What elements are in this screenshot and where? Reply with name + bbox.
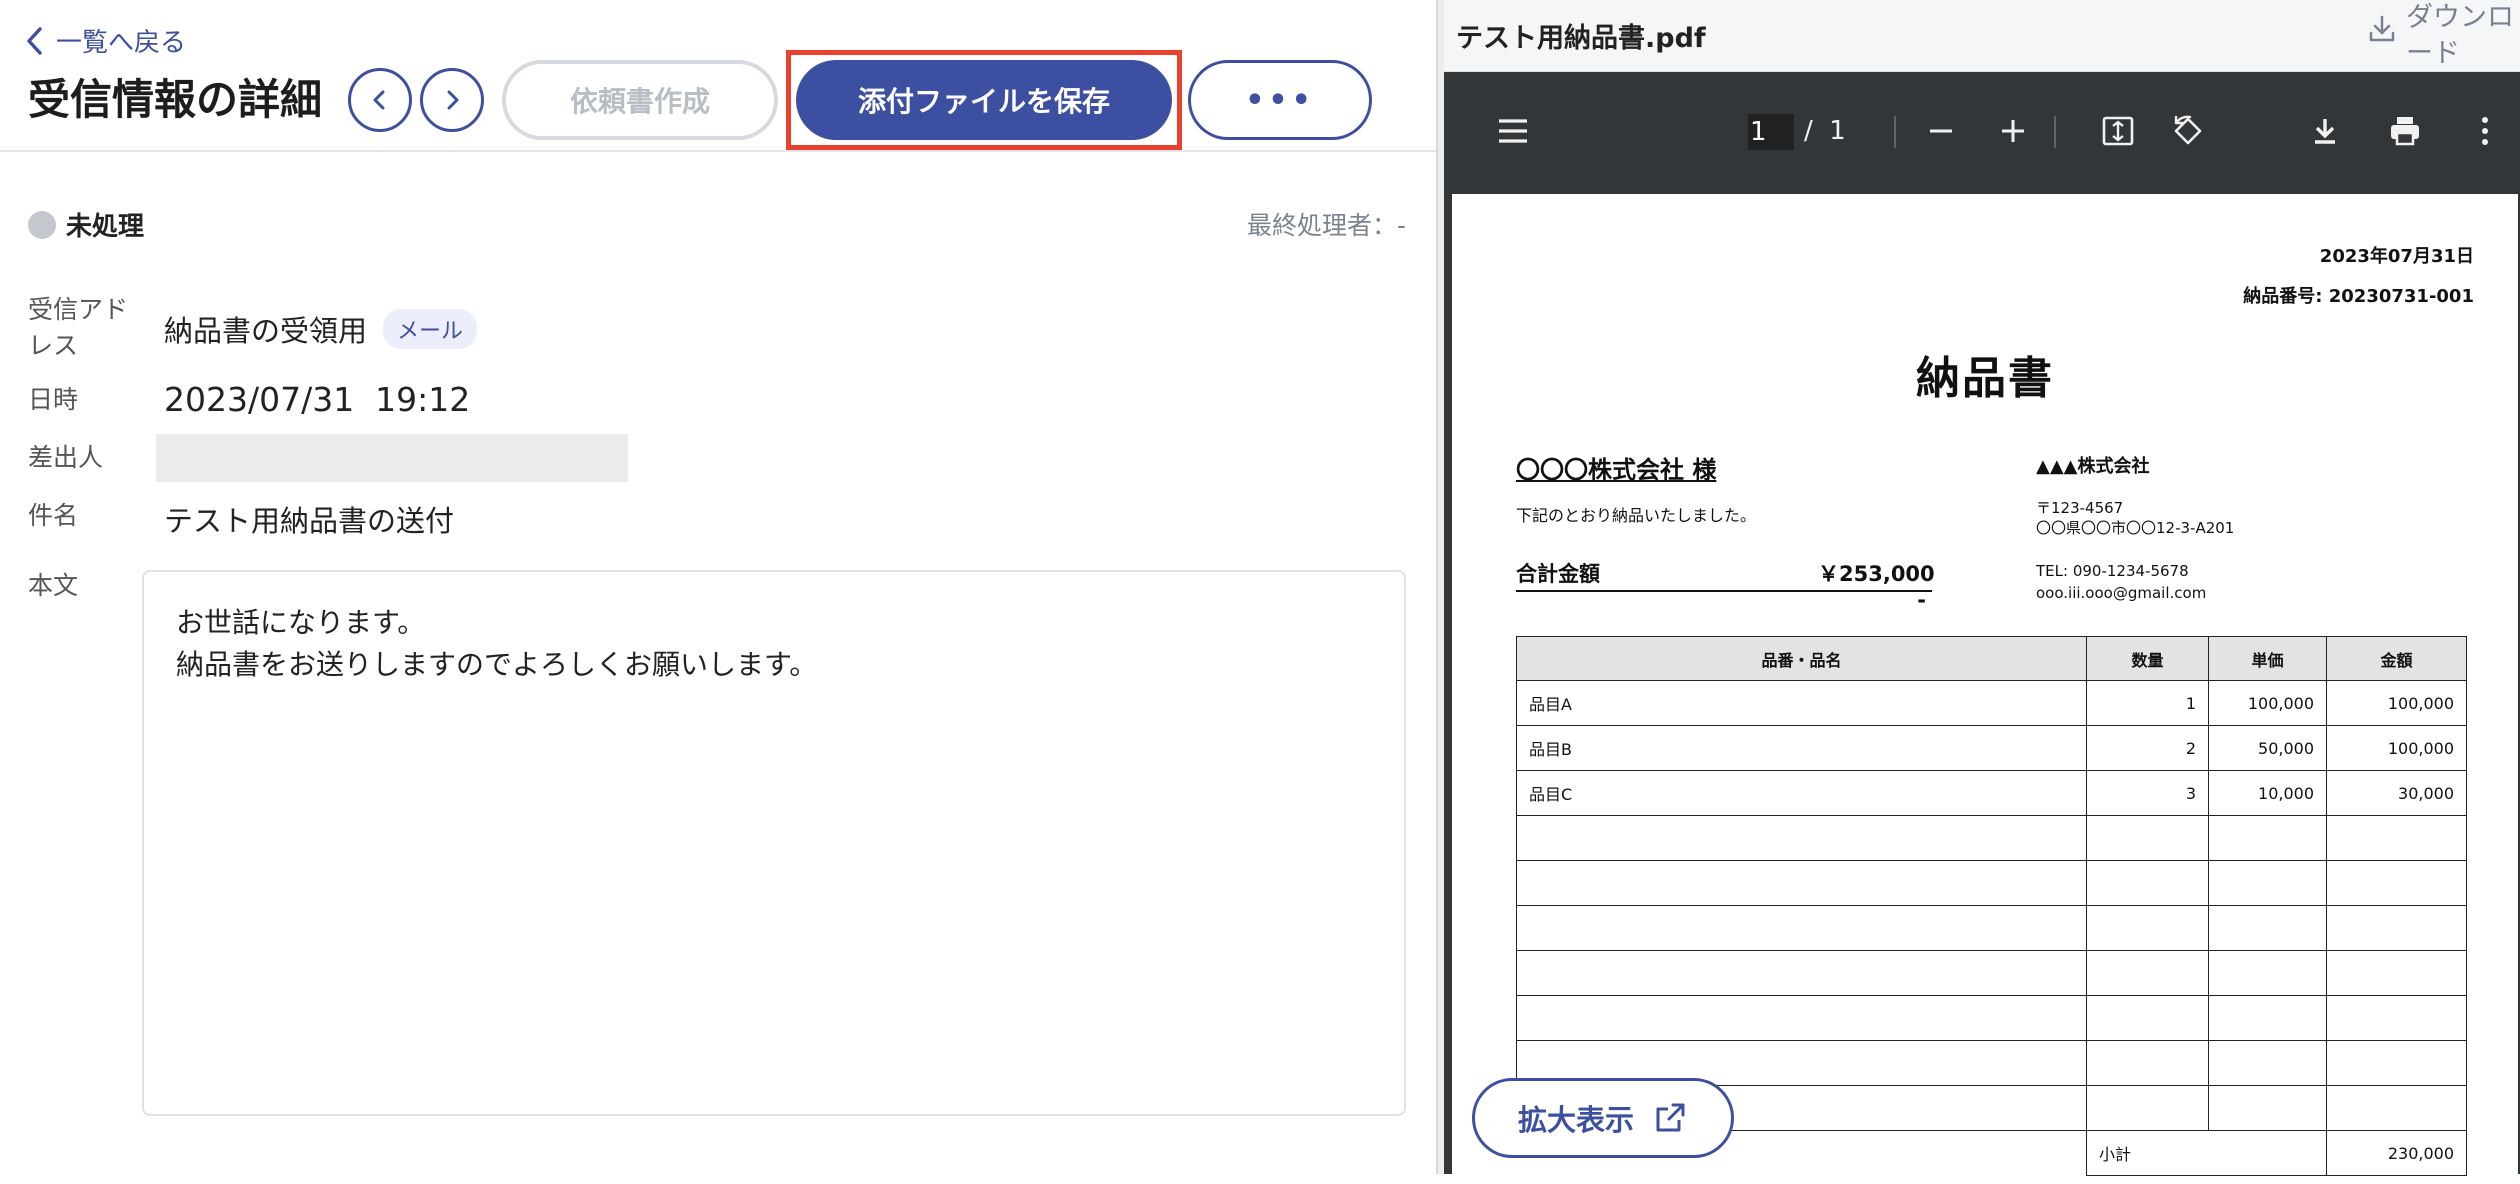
table-row-empty: [1516, 950, 2467, 996]
pdf-email: ooo.iii.ooo@gmail.com: [2036, 584, 2207, 602]
file-header: テスト用納品書.pdf ダウンロード: [1444, 0, 2520, 72]
table-cell: 3: [2086, 770, 2209, 816]
back-link-label: 一覧へ戻る: [56, 28, 187, 58]
pdf-postal: 〒123-4567: [2036, 499, 2124, 517]
status-label: 未処理: [66, 212, 145, 242]
last-handler: 最終処理者：-: [1246, 211, 1406, 240]
pdf-viewport[interactable]: 2023年07月31日 納品番号: 20230731-001 納品書 〇〇〇株式…: [1444, 188, 2520, 1184]
menu-icon[interactable]: [1490, 108, 1536, 154]
table-row-empty: [1516, 905, 2467, 951]
more-options-button[interactable]: •••: [1188, 60, 1372, 140]
table-cell: 品目B: [1516, 725, 2087, 771]
expand-label: 拡大表示: [1517, 1103, 1634, 1137]
table-cell: 50,000: [2208, 725, 2327, 771]
panel-splitter[interactable]: [1436, 0, 1444, 1174]
table-cell: 品目A: [1516, 680, 2087, 726]
pdf-contact-block: TEL: 090-1234-5678 ooo.iii.ooo@gmail.com: [2036, 560, 2206, 604]
subject-value: テスト用納品書の送付: [164, 504, 455, 538]
table-row-empty: [1516, 860, 2467, 906]
mail-badge: メール: [383, 309, 478, 349]
body-line: 納品書をお送りしますのでよろしくお願いします。: [176, 648, 818, 681]
address-text: 納品書の受領用: [164, 314, 368, 348]
create-request-button[interactable]: 依頼書作成: [502, 60, 778, 140]
table-header: 品番・品名: [1516, 636, 2087, 681]
address-label: 受信アドレス: [28, 295, 129, 360]
table-row-empty: [1516, 995, 2467, 1041]
pdf-total-underline: [1516, 590, 1932, 592]
page-title: 受信情報の詳細: [28, 75, 323, 124]
date-label: 日時: [28, 385, 79, 414]
page-number-input[interactable]: [1748, 114, 1794, 150]
table-header: 数量: [2086, 636, 2209, 681]
pdf-date: 2023年07月31日: [2319, 246, 2474, 267]
prev-button[interactable]: [348, 68, 412, 132]
body-text-area[interactable]: お世話になります。 納品書をお送りしますのでよろしくお願いします。: [142, 570, 1406, 1116]
chevron-left-icon: [27, 26, 42, 55]
chevron-left-icon: [373, 90, 385, 110]
pdf-delivery-number: 納品番号: 20230731-001: [2243, 286, 2474, 307]
table-row: 品目A 1 100,000 100,000: [1516, 680, 2467, 726]
table-header-row: 品番・品名 数量 単価 金額: [1516, 636, 2467, 681]
download-icon: [2369, 15, 2395, 42]
toolbar-divider: [2054, 116, 2056, 148]
expand-view-button[interactable]: 拡大表示: [1472, 1078, 1734, 1158]
table-cell: 100,000: [2326, 680, 2467, 726]
pdf-address: 〇〇県〇〇市〇〇12-3-A201: [2036, 519, 2235, 537]
table-cell: 100,000: [2326, 725, 2467, 771]
table-cell: 2: [2086, 725, 2209, 771]
pdf-address-block: 〒123-4567 〇〇県〇〇市〇〇12-3-A201: [2036, 498, 2234, 538]
table-header: 単価: [2208, 636, 2327, 681]
table-row-empty: [1516, 815, 2467, 861]
status-dot-icon: [28, 210, 56, 239]
file-name: テスト用納品書.pdf: [1456, 23, 1706, 54]
pdf-note: 下記のとおり納品いたしました。: [1516, 506, 1757, 525]
table-row: 品目C 3 10,000 30,000: [1516, 770, 2467, 816]
address-value: 納品書の受領用 メール: [164, 308, 478, 350]
back-to-list-link[interactable]: 一覧へ戻る: [24, 22, 186, 59]
table-header: 金額: [2326, 636, 2467, 681]
print-icon[interactable]: [2382, 108, 2428, 154]
sender-redacted: [156, 434, 628, 482]
detail-panel: 一覧へ戻る 受信情報の詳細 依頼書作成 添付ファイルを保存 ••• 未処理 最終…: [0, 0, 1436, 1174]
download-button[interactable]: ダウンロード: [2368, 0, 2518, 72]
chevron-right-icon: [447, 90, 459, 110]
body-label: 本文: [28, 571, 79, 600]
download-icon[interactable]: [2302, 108, 2348, 154]
rotate-icon[interactable]: [2165, 108, 2211, 154]
table-cell: 品目C: [1516, 770, 2087, 816]
subject-label: 件名: [28, 501, 79, 530]
table-row: 品目B 2 50,000 100,000: [1516, 725, 2467, 771]
next-button[interactable]: [420, 68, 484, 132]
table-cell: 10,000: [2208, 770, 2327, 816]
status-badge: 未処理: [28, 206, 144, 243]
attachment-preview-panel: テスト用納品書.pdf ダウンロード / 1: [1444, 0, 2520, 1184]
table-cell: 30,000: [2326, 770, 2467, 816]
header-divider: [0, 150, 1436, 152]
pdf-company: ▲▲▲株式会社: [2036, 456, 2150, 477]
pdf-title: 納品書: [1916, 353, 2054, 404]
more-vertical-icon[interactable]: [2462, 108, 2508, 154]
more-icon: •••: [1245, 82, 1315, 118]
subtotal-value: 230,000: [2326, 1130, 2467, 1176]
toolbar-divider: [1894, 116, 1896, 148]
pdf-total-label: 合計金額: [1516, 562, 1600, 586]
subtotal-label: 小計: [2086, 1130, 2327, 1176]
external-link-icon: [1656, 1103, 1685, 1132]
download-label: ダウンロード: [2406, 2, 2514, 69]
pdf-recipient: 〇〇〇株式会社 様: [1516, 456, 1717, 484]
sender-label: 差出人: [28, 443, 104, 472]
table-cell: 1: [2086, 680, 2209, 726]
body-line: お世話になります。: [176, 606, 426, 639]
pdf-tel: TEL: 090-1234-5678: [2036, 562, 2189, 580]
fit-page-icon[interactable]: [2095, 108, 2141, 154]
table-cell: 100,000: [2208, 680, 2327, 726]
pdf-toolbar: / 1: [1444, 72, 2520, 188]
page-total: / 1: [1804, 116, 1846, 146]
save-attachment-button[interactable]: 添付ファイルを保存: [796, 60, 1172, 140]
zoom-out-icon[interactable]: [1918, 108, 1964, 154]
zoom-in-icon[interactable]: [1990, 108, 2036, 154]
pdf-page: 2023年07月31日 納品番号: 20230731-001 納品書 〇〇〇株式…: [1452, 194, 2518, 1184]
pdf-total-value: ￥253,000 -: [1818, 562, 1935, 612]
date-value: 2023/07/31 19:12: [164, 380, 471, 419]
